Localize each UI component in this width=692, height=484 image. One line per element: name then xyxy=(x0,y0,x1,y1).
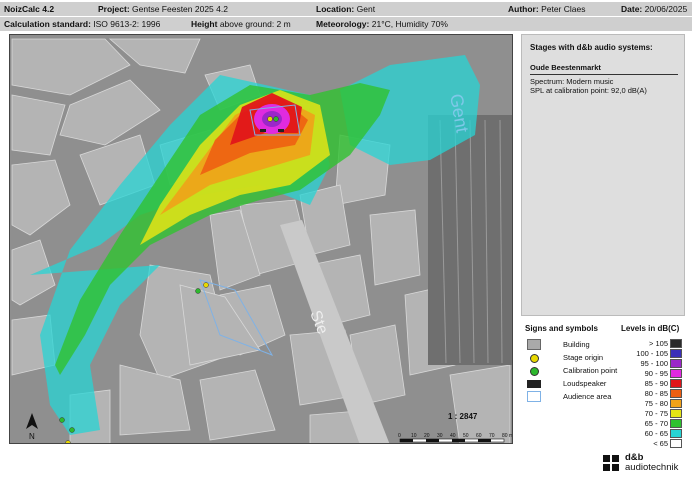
scale-tick-label: 60 xyxy=(476,433,482,439)
stage-divider xyxy=(530,74,678,75)
noise-map[interactable]: Gent Ste N 1 : 2847 0 10 20 30 40 50 60 70 80 m xyxy=(9,34,513,444)
level-label: 75 - 80 xyxy=(644,399,668,408)
height-field: Height above ground: 2 m xyxy=(191,19,291,29)
level-swatch xyxy=(670,339,682,348)
level-swatch xyxy=(670,379,682,388)
scale-tick-label: 80 m xyxy=(502,433,513,439)
date-field: Date: 20/06/2025 xyxy=(621,4,688,14)
calc-standard-field: Calculation standard: ISO 9613-2: 1996 xyxy=(4,19,161,29)
stage-name: Oude Beestenmarkt xyxy=(530,63,601,72)
audience-area-box-icon xyxy=(527,391,541,402)
level-label: 95 - 100 xyxy=(640,359,668,368)
level-row: 70 - 75 xyxy=(620,409,684,419)
level-label: 100 - 105 xyxy=(636,349,668,358)
level-swatch xyxy=(670,369,682,378)
map-scale-text: 1 : 2847 xyxy=(448,412,478,421)
symbol-label: Calibration point xyxy=(563,366,618,375)
level-row: > 105 xyxy=(620,339,684,349)
symbol-label: Audience area xyxy=(563,392,612,401)
symbols-legend-title: Signs and symbols xyxy=(525,324,598,333)
levels-legend-title: Levels in dB(C) xyxy=(621,324,680,333)
level-label: 70 - 75 xyxy=(644,409,668,418)
level-row: 75 - 80 xyxy=(620,399,684,409)
stage-spectrum: Spectrum: Modern music xyxy=(530,77,614,86)
noise-map-canvas: Gent Ste N 1 : 2847 0 10 20 30 40 50 60 70 80 m xyxy=(10,35,513,443)
level-row: 60 - 65 xyxy=(620,429,684,439)
db-logo-icon xyxy=(603,455,619,471)
level-swatch xyxy=(670,439,682,448)
level-swatch xyxy=(670,409,682,418)
app-title: NoizCalc 4.2 xyxy=(4,4,55,14)
stages-panel: Stages with d&b audio systems: Oude Bees… xyxy=(521,34,685,316)
symbol-label: Stage origin xyxy=(563,353,604,362)
header-bar: NoizCalc 4.2 Project: Gentse Feesten 202… xyxy=(0,2,692,16)
level-label: 80 - 85 xyxy=(644,389,668,398)
symbol-label: Loudspeaker xyxy=(563,379,607,388)
project-field: Project: Gentse Feesten 2025 4.2 xyxy=(98,4,228,14)
level-row: 65 - 70 xyxy=(620,419,684,429)
level-swatch xyxy=(670,399,682,408)
level-label: 65 - 70 xyxy=(644,419,668,428)
header-bar-2: Calculation standard: ISO 9613-2: 1996 H… xyxy=(0,17,692,31)
level-label: 60 - 65 xyxy=(644,429,668,438)
author-field: Author: Peter Claes xyxy=(508,4,586,14)
level-label: 85 - 90 xyxy=(644,379,668,388)
level-label: 90 - 95 xyxy=(644,369,668,378)
level-row: 85 - 90 xyxy=(620,379,684,389)
scale-tick-label: 50 xyxy=(463,433,469,439)
scale-tick-label: 10 xyxy=(411,433,417,439)
level-label: < 65 xyxy=(653,439,668,448)
symbol-label: Building xyxy=(563,340,590,349)
building-swatch-icon xyxy=(527,339,541,350)
scale-tick-label: 0 xyxy=(398,433,401,439)
level-row: 95 - 100 xyxy=(620,359,684,369)
scale-bar xyxy=(399,438,505,443)
db-audiotechnik-logo: d&b audiotechnik xyxy=(602,453,686,475)
level-label: > 105 xyxy=(649,339,668,348)
stage-spl: SPL at calibration point: 92,0 dB(A) xyxy=(530,86,647,95)
level-swatch xyxy=(670,429,682,438)
level-swatch xyxy=(670,349,682,358)
scale-tick-label: 40 xyxy=(450,433,456,439)
level-swatch xyxy=(670,389,682,398)
level-swatch xyxy=(670,359,682,368)
logo-line2: audiotechnik xyxy=(625,462,679,473)
level-row: 80 - 85 xyxy=(620,389,684,399)
meteorology-field: Meteorology: 21°C, Humidity 70% xyxy=(316,19,448,29)
scale-tick-label: 20 xyxy=(424,433,430,439)
calibration-dot-icon xyxy=(530,367,539,376)
loudspeaker-bar-icon xyxy=(527,380,541,388)
scale-tick-label: 70 xyxy=(489,433,495,439)
level-row: 100 - 105 xyxy=(620,349,684,359)
level-row: < 65 xyxy=(620,439,684,449)
svg-text:N: N xyxy=(29,432,35,441)
location-field: Location: Gent xyxy=(316,4,376,14)
scale-tick-label: 30 xyxy=(437,433,443,439)
level-row: 90 - 95 xyxy=(620,369,684,379)
level-swatch xyxy=(670,419,682,428)
stages-title: Stages with d&b audio systems: xyxy=(530,43,653,52)
stage-origin-dot-icon xyxy=(530,354,539,363)
